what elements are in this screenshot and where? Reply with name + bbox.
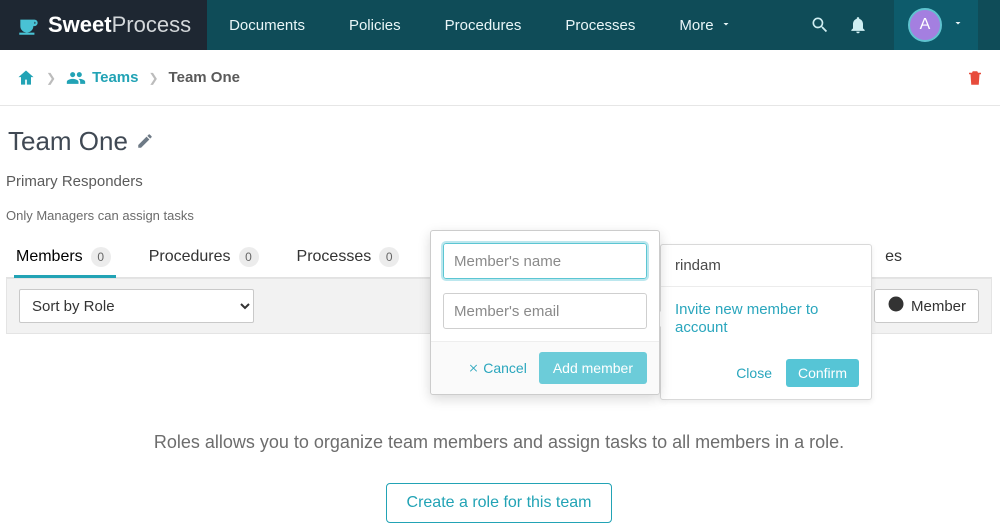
add-member-popover: Cancel Add member bbox=[430, 230, 660, 395]
brand-light: Process bbox=[112, 12, 191, 37]
breadcrumb: ❯ Teams ❯ Team One bbox=[0, 50, 1000, 106]
add-member-submit[interactable]: Add member bbox=[539, 352, 647, 384]
tab-procedures[interactable]: Procedures 0 bbox=[149, 247, 259, 277]
team-note: Only Managers can assign tasks bbox=[6, 208, 992, 223]
close-icon bbox=[468, 360, 479, 376]
invite-close[interactable]: Close bbox=[736, 365, 772, 381]
tab-procedures-count: 0 bbox=[239, 247, 259, 267]
crumb-teams[interactable]: Teams bbox=[66, 68, 138, 88]
tab-processes[interactable]: Processes 0 bbox=[297, 247, 400, 277]
tab-processes-label: Processes bbox=[297, 248, 372, 266]
cancel-label: Cancel bbox=[483, 360, 527, 376]
add-member-button[interactable]: Member bbox=[874, 289, 979, 323]
invite-confirm[interactable]: Confirm bbox=[786, 359, 859, 387]
chevron-down-icon bbox=[952, 16, 964, 34]
nav-procedures[interactable]: Procedures bbox=[423, 0, 544, 50]
home-icon[interactable] bbox=[16, 68, 36, 88]
plus-circle-icon bbox=[887, 295, 905, 317]
nav-documents[interactable]: Documents bbox=[207, 0, 327, 50]
member-email-input[interactable] bbox=[443, 293, 647, 329]
trash-icon[interactable] bbox=[966, 69, 984, 87]
tab-members-count: 0 bbox=[91, 247, 111, 267]
invite-name-fragment: rindam bbox=[661, 245, 871, 287]
tab-members[interactable]: Members 0 bbox=[16, 247, 111, 277]
member-name-input[interactable] bbox=[443, 243, 647, 279]
nav-right: A bbox=[810, 0, 1000, 50]
pencil-icon[interactable] bbox=[136, 126, 154, 157]
nav-more[interactable]: More bbox=[657, 0, 753, 50]
title-text: Team One bbox=[8, 126, 128, 157]
top-nav: SweetProcess Documents Policies Procedur… bbox=[0, 0, 1000, 50]
empty-roles-text: Roles allows you to organize team member… bbox=[6, 432, 992, 453]
add-member-label: Member bbox=[911, 298, 966, 315]
avatar: A bbox=[908, 8, 942, 42]
nav-more-label: More bbox=[679, 17, 713, 34]
cancel-button[interactable]: Cancel bbox=[468, 360, 527, 376]
nav-processes[interactable]: Processes bbox=[543, 0, 657, 50]
page-title: Team One bbox=[6, 126, 992, 157]
cup-icon bbox=[16, 12, 42, 38]
sort-select[interactable]: Sort by Role bbox=[19, 289, 254, 323]
tab-processes-count: 0 bbox=[379, 247, 399, 267]
invite-link[interactable]: Invite new member to account bbox=[675, 301, 818, 336]
tab-members-label: Members bbox=[16, 248, 83, 266]
search-icon[interactable] bbox=[810, 15, 830, 35]
chevron-down-icon bbox=[720, 17, 732, 34]
team-subtitle: Primary Responders bbox=[6, 173, 992, 190]
crumb-current: Team One bbox=[169, 69, 240, 86]
create-role-button[interactable]: Create a role for this team bbox=[386, 483, 613, 523]
tab-last-clipped: es bbox=[885, 247, 992, 277]
brand-bold: Sweet bbox=[48, 12, 112, 37]
crumb-teams-label: Teams bbox=[92, 69, 138, 86]
avatar-initial: A bbox=[920, 16, 931, 34]
nav-links: Documents Policies Procedures Processes … bbox=[207, 0, 754, 50]
nav-policies[interactable]: Policies bbox=[327, 0, 423, 50]
brand-logo[interactable]: SweetProcess bbox=[0, 0, 207, 50]
chevron-right-icon: ❯ bbox=[46, 71, 56, 85]
user-menu[interactable]: A bbox=[894, 0, 978, 50]
invite-popover: rindam Invite new member to account Clos… bbox=[660, 244, 872, 400]
bell-icon[interactable] bbox=[848, 15, 868, 35]
tab-procedures-label: Procedures bbox=[149, 248, 231, 266]
chevron-right-icon: ❯ bbox=[148, 71, 158, 85]
